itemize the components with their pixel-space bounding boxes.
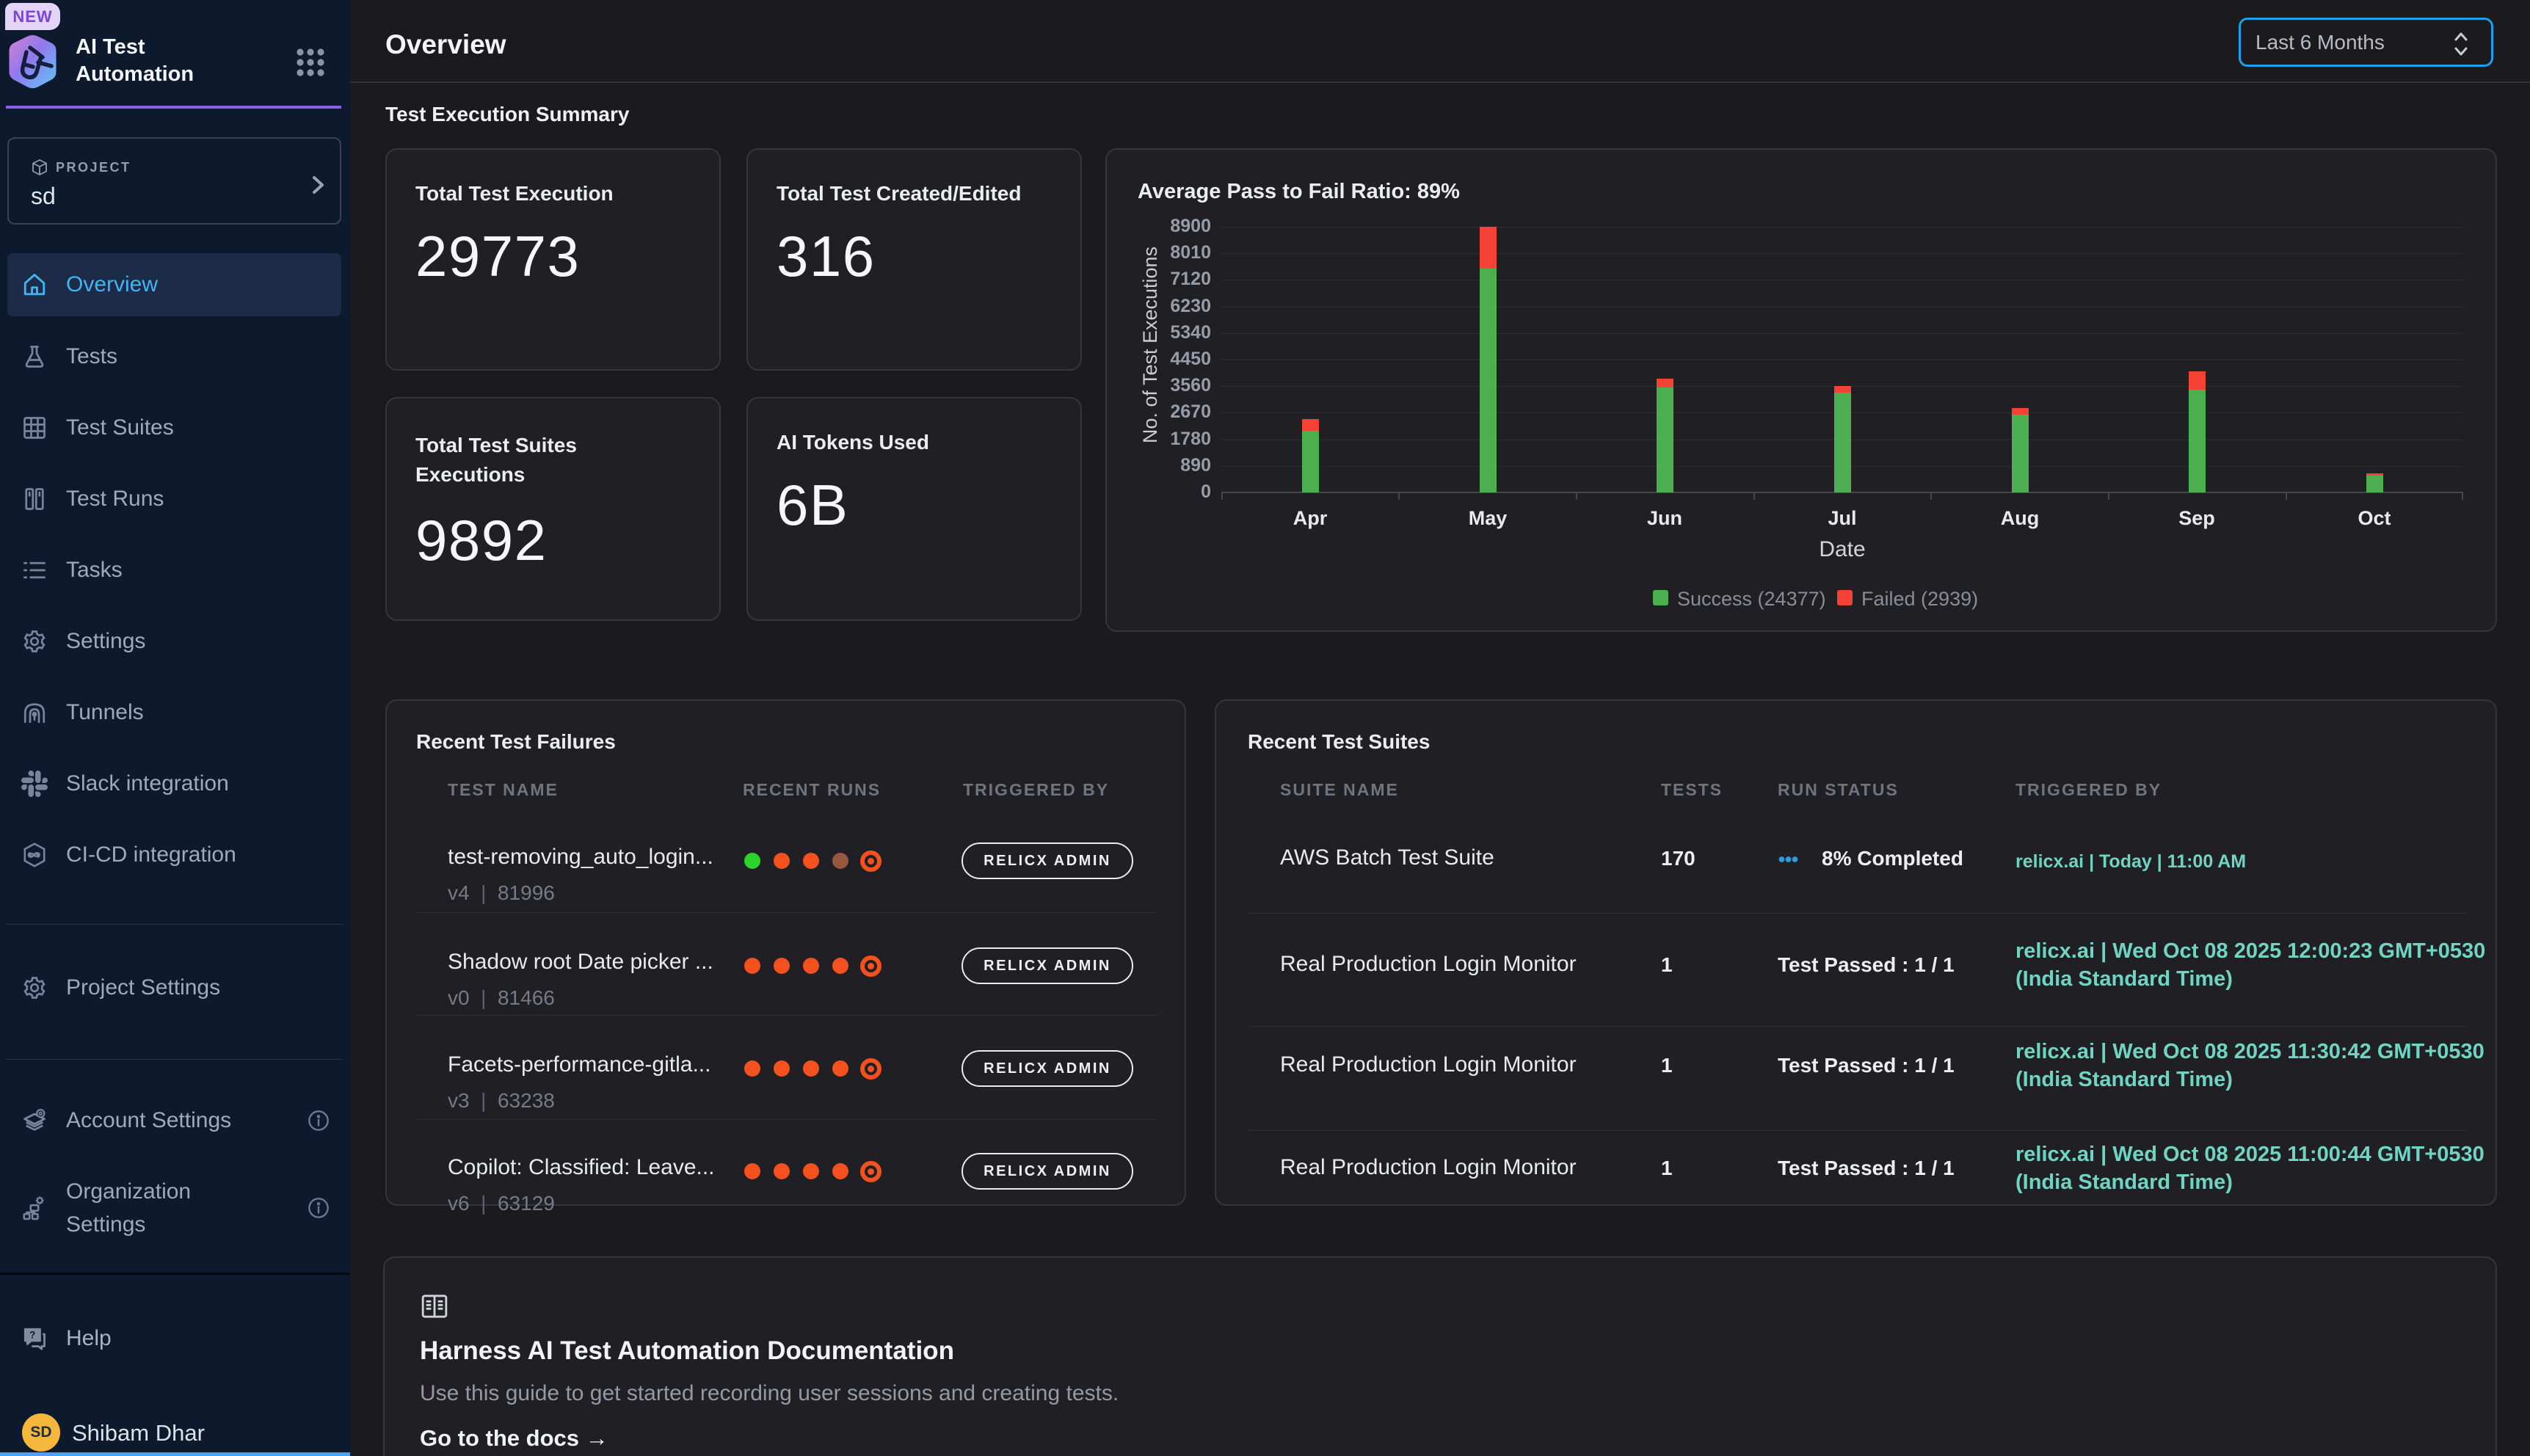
svg-text:?: ? xyxy=(29,1329,35,1340)
